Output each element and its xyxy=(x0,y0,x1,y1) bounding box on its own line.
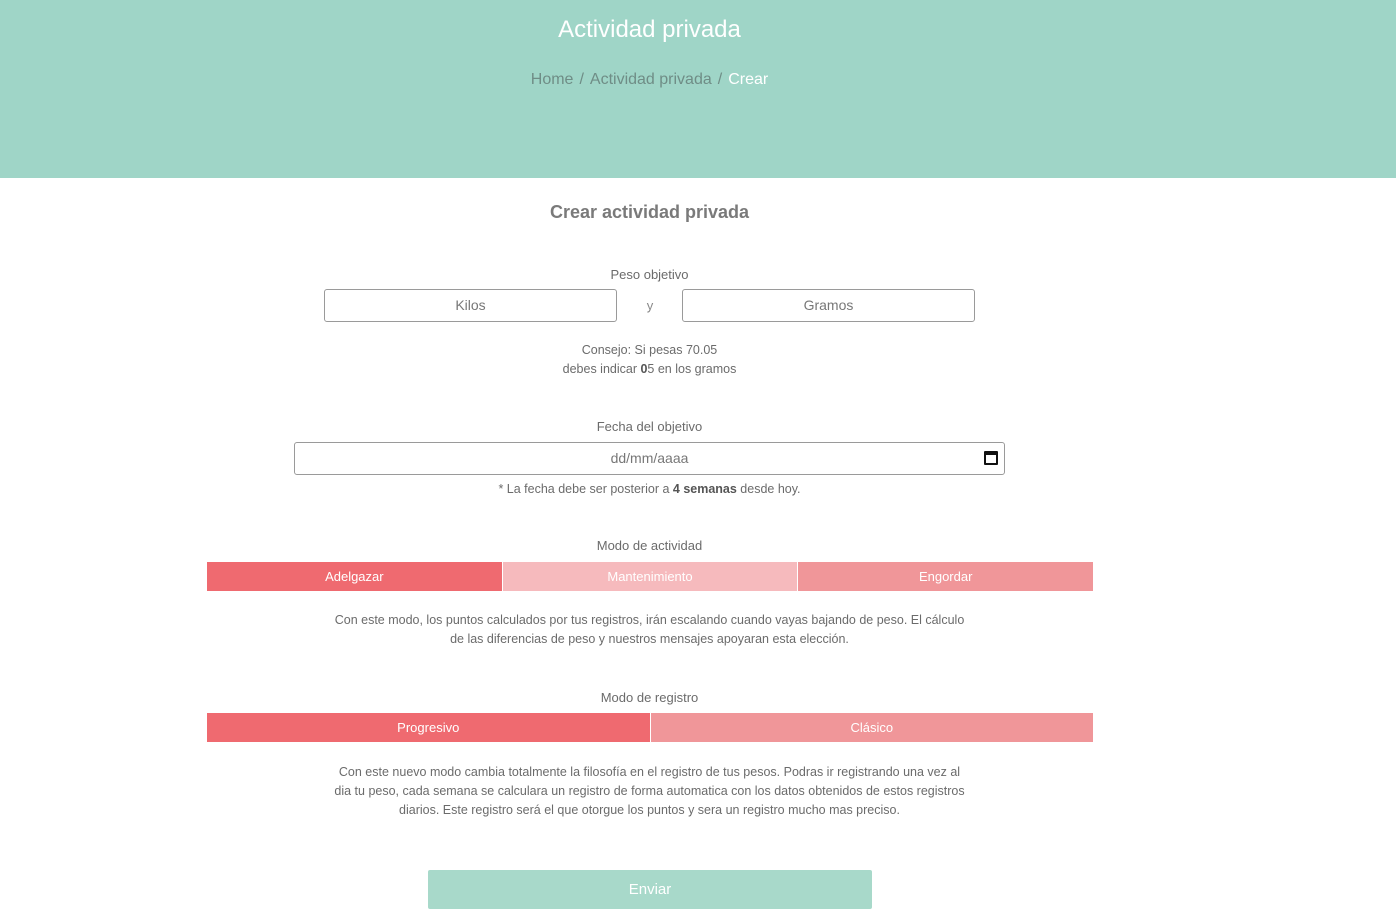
date-input[interactable]: dd/mm/aaaa xyxy=(294,442,1005,475)
weight-hint-line2: debes indicar 05 en los gramos xyxy=(0,360,1299,379)
register-mode-option-progresivo[interactable]: Progresivo xyxy=(207,713,651,742)
activity-mode-option-adelgazar[interactable]: Adelgazar xyxy=(207,562,503,591)
date-input-placeholder: dd/mm/aaaa xyxy=(610,450,689,466)
register-mode-description-line3: diarios. Este registro será el que otorg… xyxy=(399,803,900,817)
breadcrumb-separator: / xyxy=(717,71,723,88)
date-note: * La fecha debe ser posterior a 4 semana… xyxy=(0,480,1299,499)
activity-mode-option-engordar[interactable]: Engordar xyxy=(798,562,1094,591)
activity-mode-option-mantenimiento[interactable]: Mantenimiento xyxy=(502,562,799,591)
weight-and-separator: y xyxy=(646,298,654,313)
register-mode-option-clasico[interactable]: Clásico xyxy=(650,713,1093,742)
breadcrumb-home-link[interactable]: Home xyxy=(531,71,574,88)
date-note-pre: * La fecha debe ser posterior a xyxy=(498,482,673,496)
activity-mode-label: Modo de actividad xyxy=(596,538,703,553)
date-note-bold: 4 semanas xyxy=(672,482,737,496)
gramos-input[interactable]: Gramos xyxy=(682,289,975,322)
breadcrumb-current: Crear xyxy=(728,71,769,88)
breadcrumb-separator: / xyxy=(579,71,584,88)
breadcrumb-section-link[interactable]: Actividad privada xyxy=(590,71,712,88)
weight-hint: Consejo: Si pesas 70.05 debes indicar 05… xyxy=(0,341,1299,379)
weight-hint-line2-post: 5 en los gramos xyxy=(647,362,737,376)
form-title: Crear actividad privada xyxy=(549,202,750,222)
activity-mode-description: Con este modo, los puntos calculados por… xyxy=(0,611,1299,649)
register-mode-description-line2: dia tu peso, cada semana se calculara un… xyxy=(334,784,965,798)
weight-label: Peso objetivo xyxy=(610,267,689,282)
breadcrumb: Home / Actividad privada / Crear xyxy=(0,71,1299,89)
page-header-title: Actividad privada xyxy=(558,16,741,43)
weight-hint-line2-pre: debes indicar xyxy=(562,362,641,376)
activity-mode-description-line1: Con este modo, los puntos calculados por… xyxy=(334,613,965,627)
register-mode-selector: Progresivo Clásico xyxy=(207,713,1093,742)
register-mode-description-line1: Con este nuevo modo cambia totalmente la… xyxy=(338,765,961,779)
date-note-post: desde hoy. xyxy=(736,482,801,496)
activity-mode-selector: Adelgazar Mantenimiento Engordar xyxy=(207,562,1094,591)
register-mode-label: Modo de registro xyxy=(600,690,699,705)
weight-hint-line1: Consejo: Si pesas 70.05 xyxy=(581,343,718,357)
kilos-input[interactable]: Kilos xyxy=(324,289,617,322)
submit-button[interactable]: Enviar xyxy=(428,870,872,909)
date-label: Fecha del objetivo xyxy=(596,419,703,434)
page-header: Actividad privada Home / Actividad privada… xyxy=(0,0,1396,178)
activity-mode-description-line2: de las diferencias de peso y nuestros me… xyxy=(450,632,849,646)
calendar-icon[interactable] xyxy=(984,451,998,465)
register-mode-description: Con este nuevo modo cambia totalmente la… xyxy=(0,763,1299,820)
